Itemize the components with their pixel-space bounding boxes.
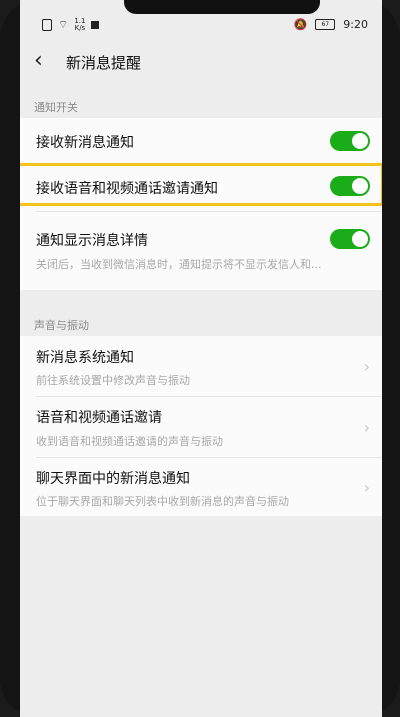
- status-bar: ⌔ 1.1 K/s 🔕 67 9:20: [20, 14, 382, 38]
- setting-row-subtitle: 收到语音和视频通话邀请的声音与振动: [36, 435, 223, 448]
- sound-card: 新消息系统通知 前往系统设置中修改声音与振动 › 语音和视频通话邀请 收到语音和…: [20, 336, 382, 516]
- page-title: 新消息提醒: [66, 54, 142, 72]
- setting-row-call-sound[interactable]: 语音和视频通话邀请 收到语音和视频通话邀请的声音与振动 ›: [20, 397, 382, 457]
- mute-icon: 🔕: [293, 18, 308, 31]
- section-label-notify: 通知开关: [34, 101, 78, 114]
- setting-row-system-notify[interactable]: 新消息系统通知 前往系统设置中修改声音与振动 ›: [20, 336, 382, 396]
- battery-icon: 67: [315, 19, 336, 30]
- phone-frame: ⌔ 1.1 K/s 🔕 67 9:20 ‹ 新消息提醒 通知开关 接收新消息通知…: [0, 0, 400, 717]
- clock: 9:20: [343, 18, 368, 31]
- network-speed: 1.1 K/s: [74, 17, 86, 32]
- setting-row-chat-notify[interactable]: 聊天界面中的新消息通知 位于聊天界面和聊天列表中收到新消息的声音与振动 ›: [20, 458, 382, 516]
- wifi-icon: ⌔: [58, 18, 69, 31]
- setting-row-subtitle: 前往系统设置中修改声音与振动: [36, 374, 190, 387]
- highlight-box: [20, 163, 382, 206]
- setting-row-receive-messages[interactable]: 接收新消息通知: [20, 118, 382, 164]
- divider: [36, 211, 382, 212]
- setting-row-title: 通知显示消息详情: [36, 233, 148, 249]
- header: ‹ 新消息提醒: [20, 44, 382, 82]
- setting-row-show-details[interactable]: 通知显示消息详情 关闭后，当收到微信消息时，通知提示将不显示发信人和...: [20, 218, 382, 288]
- back-arrow-icon[interactable]: ‹: [34, 50, 43, 72]
- setting-row-subtitle: 关闭后，当收到微信消息时，通知提示将不显示发信人和...: [36, 258, 322, 271]
- setting-row-title: 聊天界面中的新消息通知: [36, 471, 190, 487]
- sim-icon: [42, 19, 52, 31]
- setting-row-title: 语音和视频通话邀请: [36, 410, 162, 426]
- chevron-right-icon: ›: [363, 478, 370, 497]
- chevron-right-icon: ›: [363, 357, 370, 376]
- section-label-sound: 声音与振动: [34, 319, 89, 332]
- setting-row-subtitle: 位于聊天界面和聊天列表中收到新消息的声音与振动: [36, 495, 289, 508]
- setting-row-title: 接收新消息通知: [36, 135, 134, 151]
- notification-icon: [91, 21, 100, 29]
- camera-notch: [124, 0, 320, 14]
- show-details-toggle[interactable]: [330, 229, 370, 249]
- chevron-right-icon: ›: [363, 418, 370, 437]
- setting-row-title: 新消息系统通知: [36, 350, 134, 366]
- screen: ⌔ 1.1 K/s 🔕 67 9:20 ‹ 新消息提醒 通知开关 接收新消息通知…: [20, 0, 382, 717]
- receive-messages-toggle[interactable]: [330, 131, 370, 151]
